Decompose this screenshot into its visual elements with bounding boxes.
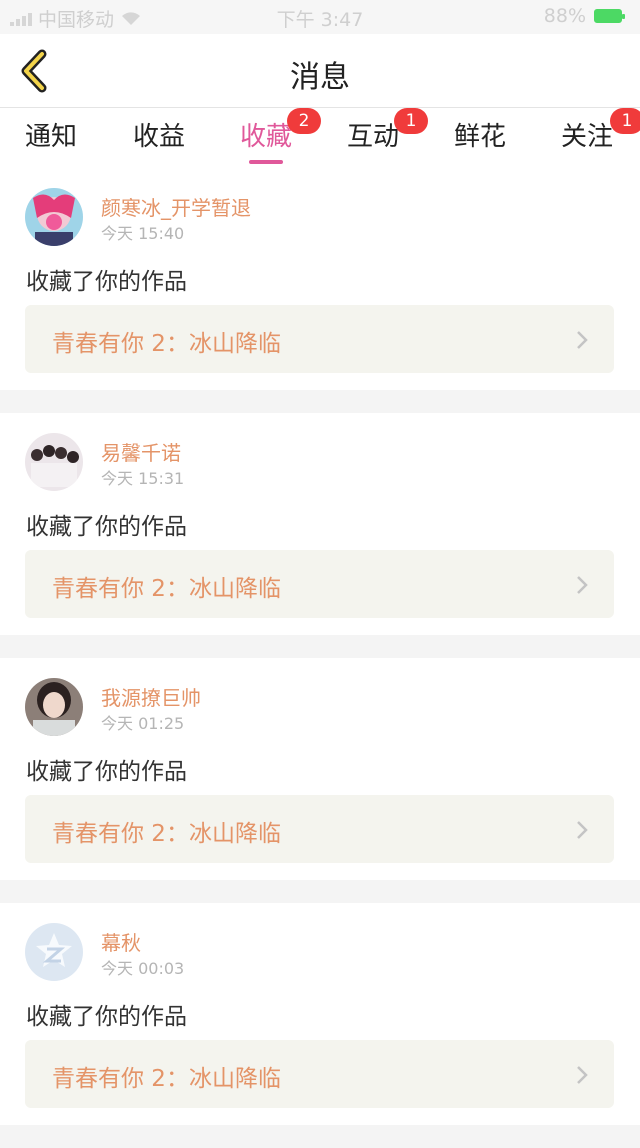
message-card: 颜寒冰_开学暂退 今天 15:40 收藏了你的作品 青春有你 2：冰山降临 — [0, 168, 640, 390]
message-card: 幕秋 今天 00:03 收藏了你的作品 青春有你 2：冰山降临 — [0, 903, 640, 1125]
work-link[interactable]: 青春有你 2：冰山降临 — [25, 305, 614, 373]
active-tab-indicator — [249, 160, 283, 164]
tab-bar: 通知 收益 收藏 2 互动 1 鲜花 关注 1 — [0, 108, 640, 168]
username[interactable]: 颜寒冰_开学暂退 — [101, 192, 251, 221]
username[interactable]: 我源撩巨帅 — [101, 682, 201, 711]
tab-favorites[interactable]: 收藏 2 — [211, 108, 321, 164]
action-text: 收藏了你的作品 — [26, 514, 187, 540]
work-link[interactable]: 青春有你 2：冰山降临 — [25, 1040, 614, 1108]
username[interactable]: 幕秋 — [101, 927, 141, 956]
chevron-right-icon — [577, 331, 588, 349]
work-title: 青春有你 2：冰山降临 — [52, 821, 281, 847]
page-title: 消息 — [290, 60, 350, 95]
avatar[interactable] — [25, 188, 83, 246]
timestamp: 今天 15:40 — [101, 224, 185, 243]
action-text: 收藏了你的作品 — [26, 269, 187, 295]
avatar-image — [25, 678, 83, 736]
badge-follow: 1 — [610, 108, 640, 134]
battery-icon — [594, 9, 625, 23]
timestamp: 今天 15:31 — [101, 469, 185, 488]
message-card: 易馨千诺 今天 15:31 收藏了你的作品 青春有你 2：冰山降临 — [0, 413, 640, 635]
username[interactable]: 易馨千诺 — [101, 437, 181, 466]
tab-follow[interactable]: 关注 1 — [532, 108, 640, 153]
tab-label: 收益 — [132, 122, 185, 152]
timestamp: 今天 00:03 — [101, 959, 185, 978]
avatar[interactable] — [25, 678, 83, 736]
avatar[interactable] — [25, 433, 83, 491]
work-title: 青春有你 2：冰山降临 — [52, 331, 281, 357]
action-text: 收藏了你的作品 — [26, 759, 187, 785]
work-title: 青春有你 2：冰山降临 — [52, 1066, 281, 1092]
work-link[interactable]: 青春有你 2：冰山降临 — [25, 550, 614, 618]
navigation-bar: 消息 — [0, 34, 640, 108]
default-avatar-icon — [25, 923, 83, 981]
tab-notifications[interactable]: 通知 — [0, 116, 106, 153]
tab-interactions[interactable]: 互动 1 — [318, 108, 428, 153]
action-text: 收藏了你的作品 — [26, 1004, 187, 1030]
battery-group: 88% — [543, 5, 625, 27]
tab-label: 通知 — [24, 122, 77, 152]
tab-earnings[interactable]: 收益 — [104, 116, 214, 153]
avatar-image — [25, 188, 83, 246]
chevron-right-icon — [577, 821, 588, 839]
chevron-right-icon — [577, 1066, 588, 1084]
badge-favorites: 2 — [287, 108, 321, 134]
timestamp: 今天 01:25 — [101, 714, 185, 733]
message-list: 颜寒冰_开学暂退 今天 15:40 收藏了你的作品 青春有你 2：冰山降临 易馨… — [0, 168, 640, 1148]
tab-label: 关注 — [560, 122, 613, 152]
badge-interactions: 1 — [394, 108, 428, 134]
tab-label: 鲜花 — [453, 122, 506, 152]
battery-percent: 88% — [543, 5, 586, 27]
work-title: 青春有你 2：冰山降临 — [52, 576, 281, 602]
message-card: 我源撩巨帅 今天 01:25 收藏了你的作品 青春有你 2：冰山降临 — [0, 658, 640, 880]
avatar[interactable] — [25, 923, 83, 981]
avatar-image — [25, 433, 83, 491]
tab-flowers[interactable]: 鲜花 — [425, 116, 535, 153]
work-link[interactable]: 青春有你 2：冰山降临 — [25, 795, 614, 863]
tab-label: 互动 — [346, 122, 399, 152]
status-bar: 中国移动 下午 3:47 88% — [0, 0, 640, 34]
tab-label: 收藏 — [239, 122, 292, 152]
chevron-right-icon — [577, 576, 588, 594]
